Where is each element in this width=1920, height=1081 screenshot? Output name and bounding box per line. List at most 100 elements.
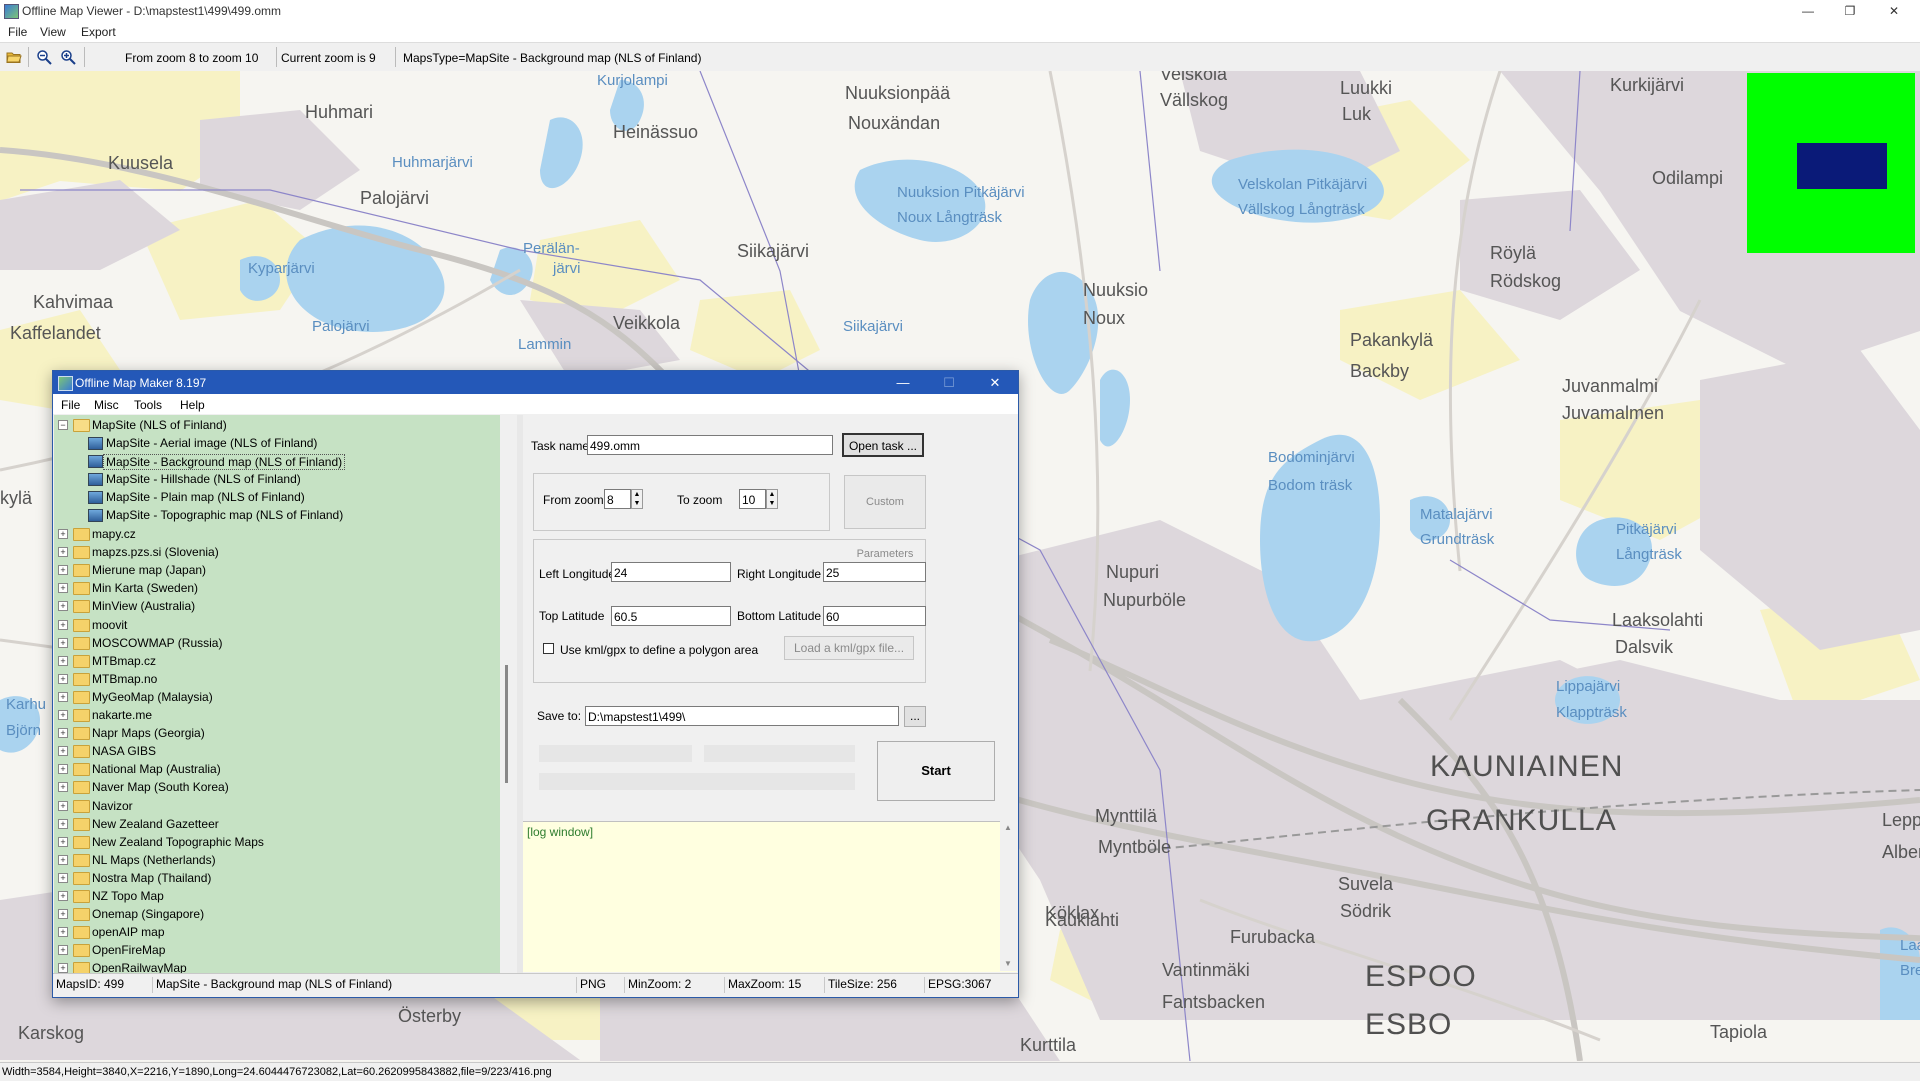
expand-icon[interactable]: + <box>58 800 68 811</box>
tree-scroll-thumb[interactable] <box>505 665 508 783</box>
expand-icon[interactable]: + <box>58 619 68 630</box>
expand-icon[interactable]: + <box>58 710 68 720</box>
custom-parameters-button[interactable]: Custom Parameters <box>844 475 926 560</box>
to-zoom-stepper[interactable]: ▲ ▼ <box>766 489 778 509</box>
expand-icon[interactable]: + <box>58 764 68 775</box>
expand-icon[interactable]: + <box>58 691 68 702</box>
place-label: Noux <box>1083 308 1126 328</box>
map-image-icon <box>88 509 103 523</box>
task-name-input[interactable]: 499.omm <box>587 435 833 455</box>
folder-icon <box>73 690 90 704</box>
overview-minimap[interactable] <box>1747 73 1915 253</box>
scroll-down-icon[interactable]: ▼ <box>1004 959 1012 968</box>
load-kml-button[interactable]: Load a kml/gpx file... <box>784 636 914 660</box>
water-label: Kurjolampi <box>597 72 668 89</box>
expand-icon[interactable]: + <box>58 565 68 576</box>
top-latitude-input[interactable]: 60.5 <box>611 606 731 626</box>
tree-node-label: MOSCOWMAP (Russia) <box>92 635 223 650</box>
dialog-menu-tools[interactable]: Tools <box>134 398 162 412</box>
save-to-input[interactable]: D:\mapstest1\499\ <box>585 706 899 726</box>
expand-icon[interactable]: + <box>58 655 68 666</box>
main-menu-bar: File View Export <box>0 22 1920 42</box>
expand-icon[interactable]: + <box>58 728 68 739</box>
expand-icon[interactable]: + <box>58 963 68 973</box>
to-zoom-input[interactable]: 10 <box>739 489 766 509</box>
water-label: Noux Långträsk <box>897 209 1003 226</box>
open-task-button[interactable]: Open task ... <box>842 433 924 457</box>
expand-icon[interactable]: + <box>58 746 68 757</box>
tree-node-label: MTBmap.no <box>92 671 158 686</box>
expand-icon[interactable]: + <box>58 818 68 829</box>
expand-icon[interactable]: + <box>58 909 68 920</box>
log-scrollbar[interactable]: ▲ ▼ <box>1000 821 1017 971</box>
zoom-in-icon[interactable] <box>60 49 76 65</box>
dialog-maximize-button[interactable]: ☐ <box>929 373 969 392</box>
place-label: Röylä <box>1490 243 1537 263</box>
expand-icon[interactable]: + <box>58 782 68 793</box>
expand-icon[interactable]: + <box>58 583 68 594</box>
viewport-indicator[interactable] <box>1797 143 1887 189</box>
folder-icon <box>73 709 90 722</box>
dialog-menu-misc[interactable]: Misc <box>94 398 119 412</box>
zoom-out-icon[interactable] <box>36 49 52 65</box>
tree-scrollbar[interactable] <box>500 415 517 973</box>
restore-button[interactable]: ❐ <box>1830 2 1870 20</box>
scroll-up-icon[interactable]: ▲ <box>1004 823 1012 832</box>
expand-icon[interactable]: + <box>58 529 68 539</box>
minimize-button[interactable]: — <box>1788 2 1828 20</box>
left-longitude-input[interactable]: 24 <box>611 562 731 582</box>
status-maps-id: MapsID: 499 <box>53 977 153 993</box>
municipality-label: KAUNIAINEN <box>1430 750 1624 783</box>
dialog-title-bar[interactable]: Offline Map Maker 8.197 — ☐ ✕ <box>53 371 1018 394</box>
dialog-minimize-button[interactable]: — <box>883 373 923 392</box>
open-folder-icon[interactable] <box>6 49 22 65</box>
dialog-menu-help[interactable]: Help <box>180 398 205 412</box>
expand-icon[interactable]: + <box>58 854 68 865</box>
dialog-menu-file[interactable]: File <box>61 398 80 412</box>
expand-icon[interactable]: + <box>58 891 68 901</box>
tree-node-label: New Zealand Topographic Maps <box>92 834 264 849</box>
map-source-tree[interactable]: − MapSite (NLS of Finland) MapSite - Aer… <box>54 415 500 973</box>
place-label: Siikajärvi <box>737 241 810 261</box>
municipality-label: GRANKULLA <box>1426 804 1617 837</box>
right-longitude-input[interactable]: 25 <box>823 562 926 582</box>
menu-export[interactable]: Export <box>81 25 116 39</box>
tree-node-label: nakarte.me <box>92 708 153 722</box>
place-label: Nouxändan <box>848 113 941 133</box>
expand-icon[interactable]: + <box>58 637 68 648</box>
expand-icon[interactable]: + <box>58 547 68 558</box>
folder-icon <box>73 672 90 686</box>
dialog-close-button[interactable]: ✕ <box>975 373 1015 392</box>
close-button[interactable]: ✕ <box>1874 2 1914 20</box>
collapse-icon[interactable]: − <box>58 420 68 430</box>
place-label: Fantsbacken <box>1162 992 1266 1012</box>
expand-icon[interactable]: + <box>58 927 68 938</box>
from-zoom-label: From zoom <box>543 493 604 507</box>
from-zoom-input[interactable]: 8 <box>604 489 631 509</box>
left-longitude-label: Left Longitude <box>539 567 616 581</box>
expand-icon[interactable]: + <box>58 872 68 883</box>
from-zoom-stepper[interactable]: ▲ ▼ <box>631 489 643 509</box>
expand-icon[interactable]: + <box>58 601 68 612</box>
place-label: Heinässuo <box>613 122 699 142</box>
expand-icon[interactable]: + <box>58 945 68 956</box>
menu-file[interactable]: File <box>8 25 27 39</box>
browse-button[interactable]: ... <box>904 706 926 727</box>
folder-icon <box>73 745 90 759</box>
menu-view[interactable]: View <box>40 25 66 39</box>
log-window[interactable]: [log window] <box>523 821 1017 972</box>
window-title: Offline Map Viewer - D:\mapstest1\499\49… <box>22 4 282 18</box>
expand-icon[interactable]: + <box>58 836 68 847</box>
map-maker-dialog: Offline Map Maker 8.197 — ☐ ✕ File Misc … <box>52 370 1019 998</box>
bottom-latitude-input[interactable]: 60 <box>823 606 926 626</box>
expand-icon[interactable]: + <box>58 673 68 684</box>
tree-node-label: mapzs.pzs.si (Slovenia) <box>92 545 219 560</box>
place-label: Suvela <box>1338 874 1394 894</box>
task-name-label: Task name <box>531 439 590 453</box>
app-icon <box>4 4 19 19</box>
folder-icon <box>73 908 90 922</box>
place-label: Laaksolahti <box>1612 610 1704 630</box>
folder-icon <box>73 871 90 885</box>
start-button[interactable]: Start <box>877 741 995 801</box>
use-kml-checkbox[interactable] <box>543 643 554 654</box>
